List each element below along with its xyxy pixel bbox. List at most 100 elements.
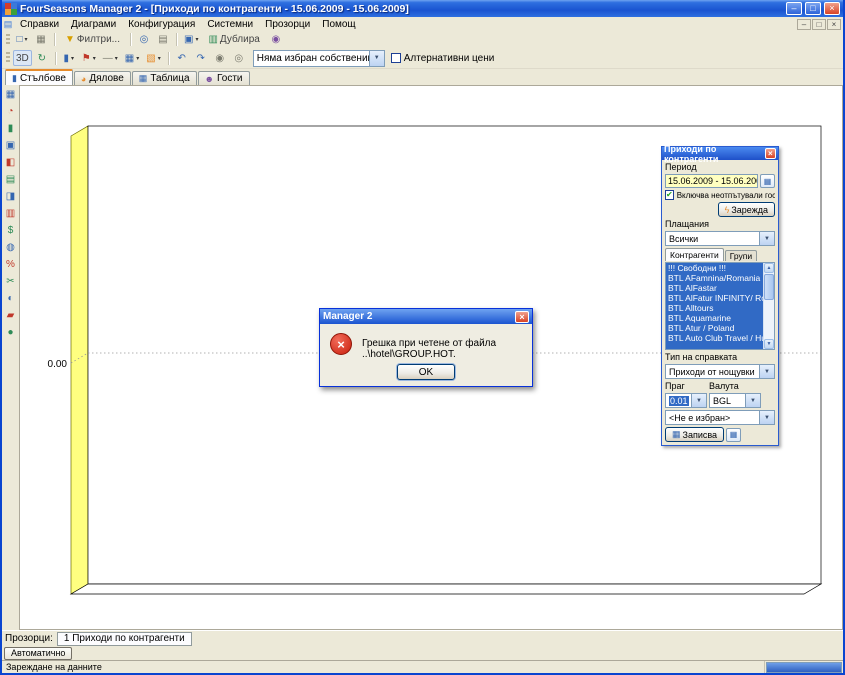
copy-button[interactable]: ▣ ▾ (181, 32, 201, 48)
redo-button[interactable]: ↷ (192, 50, 210, 66)
extra-combobox[interactable]: <Не е избран> ▼ (665, 410, 775, 425)
image-export-button[interactable]: ◉ (267, 32, 285, 48)
mdi-close-button[interactable]: × (827, 19, 841, 30)
bar-chart-tool-icon[interactable]: ▮ (4, 122, 18, 135)
rotate-chart-button[interactable]: ↻ (33, 50, 51, 66)
list-item[interactable]: BTL Atur / Poland (666, 323, 763, 333)
automatic-button[interactable]: Автоматично (4, 647, 72, 660)
menu-configuration[interactable]: Конфигурация (122, 19, 201, 30)
menu-system[interactable]: Системни (201, 19, 259, 30)
tab-contragents[interactable]: Контрагенти (665, 248, 724, 261)
scroll-up-icon[interactable]: ▲ (764, 263, 774, 273)
load-button[interactable]: ϟ Зарежда (718, 202, 775, 217)
include-guests-checkbox[interactable]: ✔ (665, 190, 674, 200)
save-report-button[interactable]: ▦ Записва (665, 427, 724, 442)
chart-type-button[interactable]: ▮ ▾ (60, 50, 78, 66)
split-left-tool-icon[interactable]: ◧ (4, 156, 18, 169)
chevron-down-icon[interactable]: ▼ (745, 394, 760, 407)
scroll-thumb[interactable] (764, 274, 774, 300)
calendar-icon[interactable]: ▦ (760, 174, 775, 188)
tab-shares[interactable]: ◕ Дялове (74, 71, 131, 85)
zoom-in-button[interactable]: ◉ (211, 50, 229, 66)
list-item[interactable]: BTL AFamnina/Romania (666, 273, 763, 283)
mdi-minimize-button[interactable]: – (797, 19, 811, 30)
list-item[interactable]: BTL Aquamarine (666, 313, 763, 323)
extra-combobox-value: <Не е избран> (666, 413, 759, 423)
menu-windows[interactable]: Прозорци (259, 19, 316, 30)
tab-table[interactable]: ▦ Таблица (132, 71, 197, 85)
pie-chart-tool-icon[interactable]: ◔ (4, 105, 18, 118)
contrast-tool-icon[interactable]: ◐ (4, 292, 18, 305)
owner-combobox[interactable]: Няма избран собственици ▼ (253, 50, 385, 67)
report-type-combobox[interactable]: Приходи от нощувки ▼ (665, 364, 775, 379)
menu-help[interactable]: Помощ (316, 19, 361, 30)
save-button[interactable]: ▦ (32, 32, 50, 48)
list-item[interactable] (666, 343, 763, 349)
list-item[interactable]: BTL AlFastar (666, 283, 763, 293)
grid-icon: ▦ (125, 53, 134, 64)
dialog-title-bar[interactable]: Manager 2 × (320, 309, 532, 324)
ok-button[interactable]: OK (397, 364, 455, 380)
rows-tool-icon[interactable]: ▥ (4, 207, 18, 220)
tab-columns[interactable]: ▮ Стълбове (5, 69, 73, 85)
print-preview-button[interactable]: ◎ (135, 32, 153, 48)
gradient-tool-icon[interactable]: ▰ (4, 309, 18, 322)
print-button[interactable]: ▤ (154, 32, 172, 48)
alt-prices-checkbox[interactable] (391, 53, 401, 63)
chevron-down-icon[interactable]: ▼ (759, 365, 774, 378)
line-style-button[interactable]: — ▾ (100, 50, 121, 66)
marks-button[interactable]: ⚑ ▾ (79, 50, 99, 66)
undo-button[interactable]: ↶ (173, 50, 191, 66)
list-item[interactable]: BTL AlFatur INFINITY/ Romani (666, 293, 763, 303)
currency-combobox[interactable]: BGL ▼ (709, 393, 761, 408)
panel-close-button[interactable]: × (765, 148, 776, 159)
scroll-track[interactable] (764, 301, 774, 339)
tab-groups[interactable]: Групи (725, 250, 757, 261)
chevron-down-icon[interactable]: ▼ (759, 411, 774, 424)
3d-toggle-button[interactable]: 3D (13, 50, 32, 66)
list-scrollbar[interactable]: ▲ ▼ (763, 263, 774, 349)
scroll-down-icon[interactable]: ▼ (764, 339, 774, 349)
mdi-restore-button[interactable]: □ (812, 19, 826, 30)
left-tool-rail: ▦ ◔ ▮ ▣ ◧ ▤ ◨ ▥ $ ◍ % ✂ ◐ ▰ ● (2, 85, 19, 630)
currency-tool-icon[interactable]: $ (4, 224, 18, 237)
toolbar-grip[interactable] (6, 52, 10, 64)
chevron-down-icon[interactable]: ▼ (691, 394, 706, 407)
restore-button[interactable]: □ (805, 2, 821, 15)
list-tool-icon[interactable]: ▤ (4, 173, 18, 186)
chevron-down-icon[interactable]: ▼ (369, 51, 384, 66)
depth-options-button[interactable]: ▧ ▾ (143, 50, 163, 66)
filters-button[interactable]: ▼ Филтри... (59, 32, 126, 48)
grid-tool-icon[interactable]: ▦ (4, 88, 18, 101)
disc-tool-icon[interactable]: ◍ (4, 241, 18, 254)
dialog-close-button[interactable]: × (515, 311, 529, 323)
panel-title-bar[interactable]: Приходи по контрагенти × (662, 147, 778, 160)
period-input[interactable]: 15.06.2009 - 15.06.2009 (665, 174, 758, 188)
close-button[interactable]: × (824, 2, 840, 15)
percent-tool-icon[interactable]: % (4, 258, 18, 271)
duplicate-button[interactable]: ▥ Дублира (202, 32, 265, 48)
contragents-listbox[interactable]: !!! Свободни !!! BTL AFamnina/Romania BT… (665, 262, 775, 350)
list-item[interactable]: BTL Auto Club Travel / Hunga (666, 333, 763, 343)
list-item[interactable]: BTL Alltours (666, 303, 763, 313)
menu-diagrams[interactable]: Диаграми (65, 19, 122, 30)
list-items: !!! Свободни !!! BTL AFamnina/Romania BT… (666, 263, 763, 349)
report-tool-icon[interactable]: ▣ (4, 139, 18, 152)
payments-combobox[interactable]: Всички ▼ (665, 231, 775, 246)
list-item[interactable]: !!! Свободни !!! (666, 263, 763, 273)
chevron-down-icon[interactable]: ▼ (759, 232, 774, 245)
threshold-input[interactable]: 0.01 ▼ (665, 393, 707, 408)
zoom-out-button[interactable]: ◎ (230, 50, 248, 66)
new-report-button[interactable]: □ ▾ (13, 32, 31, 48)
table-small-icon[interactable]: ▦ (726, 428, 741, 442)
grid-options-button[interactable]: ▦ ▾ (122, 50, 142, 66)
cut-tool-icon[interactable]: ✂ (4, 275, 18, 288)
toolbar-standard: □ ▾ ▦ ▼ Филтри... ◎ ▤ ▣ ▾ ▥ Дублира ◉ (2, 31, 843, 48)
split-right-tool-icon[interactable]: ◨ (4, 190, 18, 203)
tab-guests[interactable]: ☻ Гости (198, 71, 250, 85)
window-tab-revenue[interactable]: 1 Приходи по контрагенти (57, 632, 192, 646)
toolbar-grip[interactable] (6, 34, 10, 46)
minimize-button[interactable]: – (786, 2, 802, 15)
menu-reports[interactable]: Справки (14, 19, 65, 30)
bullet-tool-icon[interactable]: ● (4, 326, 18, 339)
